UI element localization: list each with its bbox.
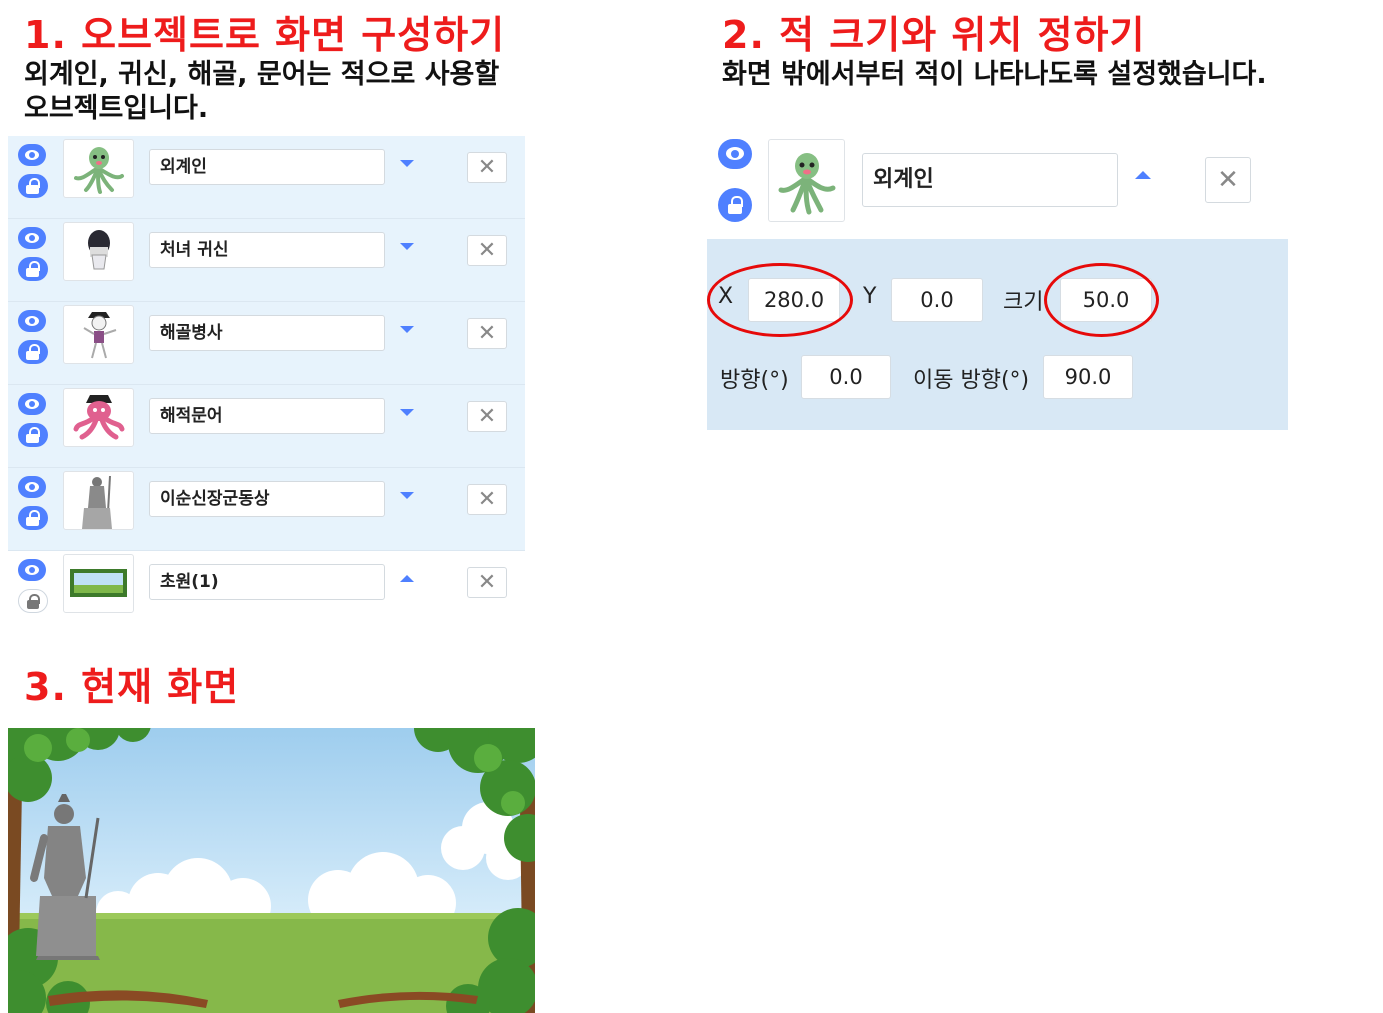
y-label: Y [863, 284, 877, 309]
object-name-field[interactable]: 외계인 [149, 149, 385, 185]
caret-up-icon[interactable] [1135, 171, 1151, 179]
object-thumbnail [63, 554, 134, 613]
section1-title: 1. 오브젝트로 화면 구성하기 [24, 13, 506, 57]
caret-down-icon[interactable] [400, 160, 414, 167]
delete-button[interactable]: ✕ [467, 152, 507, 183]
size-highlight-ring [1044, 263, 1159, 337]
delete-button[interactable]: ✕ [467, 401, 507, 432]
unlock-icon[interactable] [18, 257, 48, 281]
object-name-field[interactable]: 해적문어 [149, 398, 385, 434]
move-direction-input[interactable]: 90.0 [1043, 355, 1133, 399]
object-thumbnail [63, 222, 134, 281]
object-thumbnail [63, 305, 134, 364]
delete-button[interactable]: ✕ [467, 235, 507, 266]
object-row-skeleton[interactable]: 해골병사 ✕ [8, 302, 525, 385]
object-thumbnail [63, 139, 134, 198]
caret-up-icon[interactable] [400, 575, 414, 582]
object-name-field[interactable]: 처녀 귀신 [149, 232, 385, 268]
unlock-icon[interactable] [18, 506, 48, 530]
unlock-icon[interactable] [18, 423, 48, 447]
caret-down-icon[interactable] [400, 243, 414, 250]
move-direction-label: 이동 방향(°) [913, 368, 1030, 393]
object-row-background[interactable]: 초원(1) ✕ [8, 551, 525, 633]
object-row-ghost[interactable]: 처녀 귀신 ✕ [8, 219, 525, 302]
lock-icon[interactable] [18, 589, 48, 613]
object-thumbnail [63, 471, 134, 530]
eye-icon[interactable] [18, 393, 46, 415]
delete-button[interactable]: ✕ [1205, 157, 1251, 203]
eye-icon[interactable] [18, 310, 46, 332]
caret-down-icon[interactable] [400, 492, 414, 499]
section2-description: 화면 밖에서부터 적이 나타나도록 설정했습니다. [722, 59, 1267, 90]
object-name-field[interactable]: 해골병사 [149, 315, 385, 351]
eye-icon[interactable] [18, 227, 46, 249]
eye-icon[interactable] [18, 559, 46, 581]
x-highlight-ring [707, 263, 853, 337]
object-name-field[interactable]: 이순신장군동상 [149, 481, 385, 517]
delete-button[interactable]: ✕ [467, 318, 507, 349]
object-thumbnail [768, 139, 845, 222]
section2-title: 2. 적 크기와 위치 정하기 [722, 13, 1146, 57]
object-row-statue[interactable]: 이순신장군동상 ✕ [8, 468, 525, 551]
eye-icon[interactable] [18, 476, 46, 498]
caret-down-icon[interactable] [400, 409, 414, 416]
section3-title: 3. 현재 화면 [24, 665, 240, 709]
delete-button[interactable]: ✕ [467, 567, 507, 598]
unlock-icon[interactable] [18, 340, 48, 364]
delete-button[interactable]: ✕ [467, 484, 507, 515]
direction-input[interactable]: 0.0 [801, 355, 891, 399]
direction-label: 방향(°) [720, 368, 789, 393]
object-row-alien[interactable]: 외계인 ✕ [8, 136, 525, 219]
unlock-icon[interactable] [18, 174, 48, 198]
unlock-icon[interactable] [718, 188, 752, 222]
size-label: 크기 [1003, 290, 1044, 315]
object-list: 외계인 ✕ 처녀 귀신 ✕ 해골병사 ✕ 해적문어 ✕ 이순신장군동상 ✕ 초원… [8, 136, 525, 633]
stage-preview [8, 728, 535, 1013]
caret-down-icon[interactable] [400, 326, 414, 333]
y-input[interactable]: 0.0 [891, 278, 983, 322]
section1-description: 외계인, 귀신, 해골, 문어는 적으로 사용할 오브젝트입니다. [24, 59, 500, 124]
object-name-field[interactable]: 외계인 [862, 153, 1118, 207]
eye-icon[interactable] [718, 139, 752, 169]
object-row-octopus[interactable]: 해적문어 ✕ [8, 385, 525, 468]
eye-icon[interactable] [18, 144, 46, 166]
object-thumbnail [63, 388, 134, 447]
object-name-field[interactable]: 초원(1) [149, 564, 385, 600]
